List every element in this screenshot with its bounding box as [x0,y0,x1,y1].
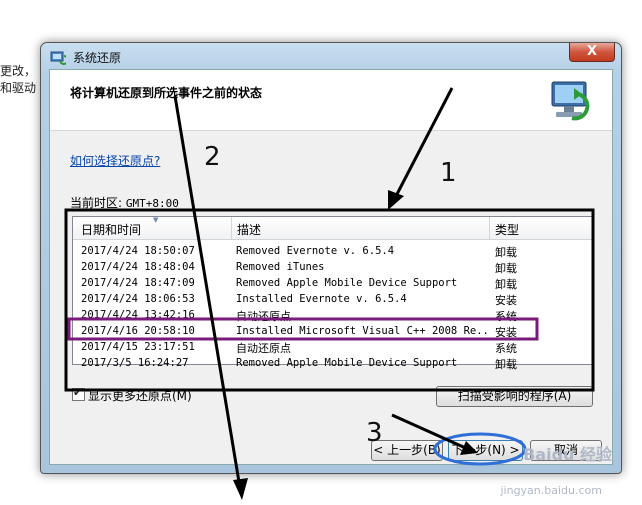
computer-restore-icon [551,81,590,121]
row-description: Installed Microsoft Visual C++ 2008 Re..… [236,325,488,337]
row-description: Installed Evernote v. 6.5.4 [236,293,407,305]
row-type: 安装 [495,294,517,307]
annotation-arrow-2-head [233,478,248,500]
dialog-content: 将计算机还原到所选事件之前的状态 如何选择还原点? 当前时区: GMT+8:00… [49,69,613,465]
table-row[interactable]: 2017/4/15 23:17:51 自动还原点 系统 [73,340,593,356]
row-description: Removed iTunes [236,261,325,273]
row-date: 2017/4/15 23:17:51 [81,341,195,353]
annotation-number-2: 2 [204,142,221,172]
row-type: 卸载 [495,262,517,275]
row-date: 2017/4/24 18:48:04 [81,261,195,273]
table-row[interactable]: 2017/4/24 18:48:04 Removed iTunes 卸载 [73,260,593,276]
table-header: 日期和时间 ▼ 描述 类型 [73,216,593,240]
help-link[interactable]: 如何选择还原点? [70,152,160,169]
show-more-checkbox[interactable] [72,386,85,401]
row-description: 自动还原点 [236,342,291,355]
close-button[interactable]: X [569,43,615,62]
row-type: 系统 [495,342,517,355]
annotation-number-3: 3 [366,418,383,448]
row-date: 2017/4/24 18:47:09 [81,277,195,289]
column-header-description[interactable]: 描述 [237,221,261,238]
timezone-value: GMT+8:00 [125,197,179,210]
row-type: 卸载 [495,278,517,291]
row-type: 系统 [495,310,517,323]
table-row[interactable]: 2017/4/24 18:47:09 Removed Apple Mobile … [73,276,593,292]
column-divider[interactable] [231,217,232,239]
timezone: 当前时区: GMT+8:00 [70,194,179,211]
table-row[interactable]: 2017/4/24 18:50:07 Removed Evernote v. 6… [73,244,593,260]
annotation-number-1: 1 [440,158,457,188]
show-more-label[interactable]: 显示更多还原点(M) [88,387,192,404]
header-band: 将计算机还原到所选事件之前的状态 [50,70,612,131]
row-date: 2017/4/24 18:06:53 [81,293,195,305]
watermark-logo: Baidu 经验 [523,445,612,464]
row-description: 自动还原点 [236,310,291,323]
column-divider[interactable] [489,217,490,239]
row-date: 2017/4/16 20:58:10 [81,325,195,337]
row-type: 卸载 [495,246,517,259]
row-date: 2017/3/5 16:24:27 [81,357,189,369]
row-date: 2017/4/24 18:50:07 [81,245,195,257]
row-description: Removed Apple Mobile Device Support [236,277,458,289]
system-restore-window: 系统还原 X 将计算机还原到所选事件之前的状态 如何选择还原点? 当前时区: G… [40,42,622,474]
table-row[interactable]: 2017/4/24 13:42:16 自动还原点 系统 [73,308,593,324]
table-row-selected[interactable]: 2017/4/16 20:58:10 Installed Microsoft V… [73,324,593,340]
sort-arrow-icon: ▼ [153,216,159,224]
timezone-label: 当前时区: [70,196,123,210]
window-title: 系统还原 [73,51,122,65]
background-text-line2: 和驱动 [0,81,37,95]
row-type: 安装 [495,326,517,339]
table-row[interactable]: 2017/4/24 18:06:53 Installed Evernote v.… [73,292,593,308]
title-bar[interactable]: 系统还原 X [41,43,621,69]
column-header-type[interactable]: 类型 [495,221,519,238]
watermark-url: jingyan.baidu.com [500,484,602,497]
background-top-text [60,0,580,4]
row-type: 卸载 [495,358,517,371]
table-row[interactable]: 2017/3/5 16:24:27 Removed Apple Mobile D… [73,356,593,371]
next-button[interactable]: 下一步(N) > [448,440,523,461]
row-description: Removed Evernote v. 6.5.4 [236,245,395,257]
page-heading: 将计算机还原到所选事件之前的状态 [70,86,263,100]
row-description: Removed Apple Mobile Device Support [236,357,458,369]
background-text-line1: 更改， [0,64,37,78]
row-date: 2017/4/24 13:42:16 [81,309,195,321]
scan-affected-programs-button[interactable]: 扫描受影响的程序(A) [436,386,593,407]
system-restore-icon [50,51,66,65]
column-header-date[interactable]: 日期和时间 [81,221,141,238]
restore-points-table: 日期和时间 ▼ 描述 类型 2017/4/24 18:50:07 Removed… [72,216,594,371]
